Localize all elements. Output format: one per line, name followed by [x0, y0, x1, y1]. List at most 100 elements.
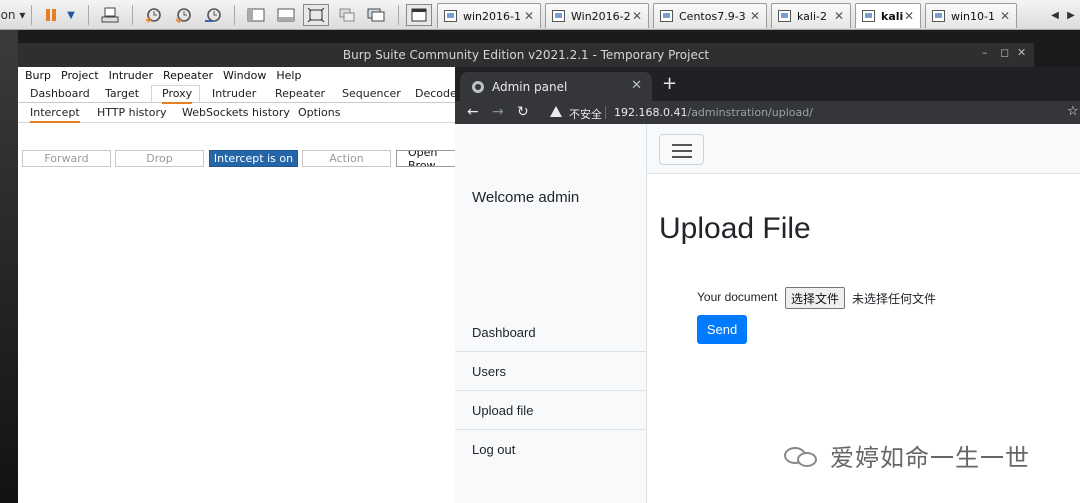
close-icon[interactable]: ✕ — [750, 9, 760, 23]
send-keys-icon[interactable] — [99, 4, 121, 26]
vm-tab-win2016-2[interactable]: Win2016-2 ✕ — [545, 3, 649, 28]
menu-project[interactable]: Project — [61, 69, 99, 82]
top-navbar — [647, 124, 1080, 174]
sidebar-item-dashboard[interactable]: Dashboard — [455, 313, 646, 352]
vm-tab-kali[interactable]: kali ✕ — [855, 3, 921, 28]
menu-burp[interactable]: Burp — [25, 69, 51, 82]
watermark: 爱婷如命一生一世 — [782, 438, 1030, 473]
admin-sidebar: Welcome admin Dashboard Users Upload fil… — [455, 124, 647, 503]
reload-icon[interactable]: ↻ — [517, 104, 529, 120]
bookmark-star-icon[interactable]: ☆ — [1067, 104, 1079, 119]
proxy-subtabs: Intercept HTTP history WebSockets histor… — [18, 104, 458, 123]
pause-dropdown-icon[interactable]: ▼ — [64, 4, 78, 26]
sidebar-item-log-out[interactable]: Log out — [455, 430, 646, 469]
vm-tab-win2016-1[interactable]: win2016-1 ✕ — [437, 3, 541, 28]
vm-tab-centos[interactable]: Centos7.9-3 ✕ — [653, 3, 767, 28]
vm-icon — [660, 10, 673, 22]
unity-icon[interactable] — [336, 4, 358, 26]
tab-intercept[interactable]: Intercept — [30, 106, 80, 123]
tab-websockets-history[interactable]: WebSockets history — [182, 106, 290, 119]
thumbnail-view-icon[interactable] — [275, 4, 297, 26]
not-secure-label[interactable]: 不安全 — [569, 106, 602, 122]
open-browser-button[interactable]: Open Brow — [396, 150, 458, 167]
warning-icon[interactable] — [550, 106, 562, 117]
menu-window[interactable]: Window — [223, 69, 266, 82]
close-icon[interactable]: ✕ — [632, 9, 642, 23]
choose-file-button[interactable]: 选择文件 — [785, 287, 846, 309]
pause-icon[interactable] — [40, 4, 62, 26]
wechat-logo-icon — [782, 443, 822, 469]
hamburger-icon — [672, 144, 692, 146]
url-host: 192.168.0.41 — [614, 106, 688, 119]
close-icon[interactable]: ✕ — [904, 9, 914, 23]
new-tab-icon[interactable]: + — [662, 73, 677, 94]
close-icon[interactable]: ✕ — [1000, 9, 1010, 23]
menu-help[interactable]: Help — [276, 69, 301, 82]
vm-tab-label: kali — [881, 9, 904, 23]
desktop-background — [0, 30, 18, 503]
url-input[interactable]: 192.168.0.41/adminstration/upload/ — [614, 106, 813, 119]
vm-tab-label: win10-1 — [951, 9, 995, 23]
vm-tab-label: win2016-1 — [463, 9, 521, 23]
power-menu[interactable]: on ▾ — [0, 4, 26, 26]
vm-icon — [778, 10, 791, 22]
address-divider — [605, 106, 606, 119]
minimize-icon[interactable]: – — [982, 46, 988, 59]
vm-tab-label: kali-2 — [797, 9, 827, 23]
tab-sequencer[interactable]: Sequencer — [342, 87, 401, 100]
sidebar-view-icon[interactable] — [245, 4, 267, 26]
vm-tab-win10-1[interactable]: win10-1 ✕ — [925, 3, 1017, 28]
browser-tab-bar: Admin panel ✕ + — [455, 67, 1080, 101]
burp-title: Burp Suite Community Edition v2021.2.1 -… — [342, 48, 710, 62]
watermark-text: 爱婷如命一生一世 — [830, 444, 1030, 472]
no-file-chosen-text: 未选择任何文件 — [852, 292, 937, 306]
sidebar-item-users[interactable]: Users — [455, 352, 646, 391]
vm-toolbar: on ▾ ▼ win2016-1 ✕ Win2016-2 ✕ Centos7.9… — [0, 0, 1080, 30]
menu-intruder[interactable]: Intruder — [109, 69, 153, 82]
sidebar-item-upload-file[interactable]: Upload file — [455, 391, 646, 430]
vm-icon — [552, 10, 565, 22]
snapshot-revert-icon[interactable] — [172, 4, 194, 26]
send-button[interactable]: Send — [697, 315, 747, 344]
burp-menubar: Burp Project Intruder Repeater Window He… — [18, 67, 458, 83]
snapshot-manager-icon[interactable] — [202, 4, 224, 26]
sidebar-divider — [455, 312, 646, 313]
fullscreen-icon[interactable] — [303, 4, 329, 26]
maximize-icon[interactable]: ◻ — [1000, 46, 1009, 59]
toolbar-divider — [88, 5, 89, 25]
menu-repeater[interactable]: Repeater — [163, 69, 213, 82]
tab-proxy[interactable]: Proxy — [162, 87, 193, 104]
forward-button[interactable]: Forward — [22, 150, 111, 167]
page-title: Upload File — [659, 212, 811, 245]
intercept-toggle-button[interactable]: Intercept is on — [209, 150, 298, 167]
close-icon[interactable]: ✕ — [631, 78, 642, 93]
tab-http-history[interactable]: HTTP history — [97, 106, 166, 119]
burp-title-bar: Burp Suite Community Edition v2021.2.1 -… — [18, 43, 1034, 67]
tab-scroll-left-icon[interactable]: ◀ — [1048, 4, 1062, 26]
address-bar: ← → ↻ 不安全 192.168.0.41/adminstration/upl… — [455, 101, 1080, 124]
console-view-icon[interactable] — [365, 4, 387, 26]
vm-tab-kali-2[interactable]: kali-2 ✕ — [771, 3, 851, 28]
tab-repeater[interactable]: Repeater — [275, 87, 325, 100]
back-icon[interactable]: ← — [467, 104, 479, 120]
close-icon[interactable]: ✕ — [834, 9, 844, 23]
vm-library-icon[interactable] — [406, 4, 432, 26]
action-button[interactable]: Action — [302, 150, 391, 167]
tab-intruder[interactable]: Intruder — [212, 87, 256, 100]
welcome-text: Welcome admin — [472, 189, 580, 206]
tab-dashboard[interactable]: Dashboard — [30, 87, 90, 100]
tab-target[interactable]: Target — [105, 87, 139, 100]
drop-button[interactable]: Drop — [115, 150, 204, 167]
menu-toggle-button[interactable] — [659, 134, 704, 165]
snapshot-take-icon[interactable] — [142, 4, 164, 26]
vm-running-icon — [862, 10, 875, 22]
close-icon[interactable]: ✕ — [1017, 46, 1026, 59]
tab-options[interactable]: Options — [298, 106, 340, 119]
forward-icon[interactable]: → — [492, 104, 504, 120]
browser-tab[interactable]: Admin panel ✕ — [460, 72, 652, 101]
close-icon[interactable]: ✕ — [524, 9, 534, 23]
hamburger-icon — [672, 156, 692, 158]
vm-icon — [444, 10, 457, 22]
toolbar-divider — [398, 5, 399, 25]
tab-scroll-right-icon[interactable]: ▶ — [1064, 4, 1078, 26]
